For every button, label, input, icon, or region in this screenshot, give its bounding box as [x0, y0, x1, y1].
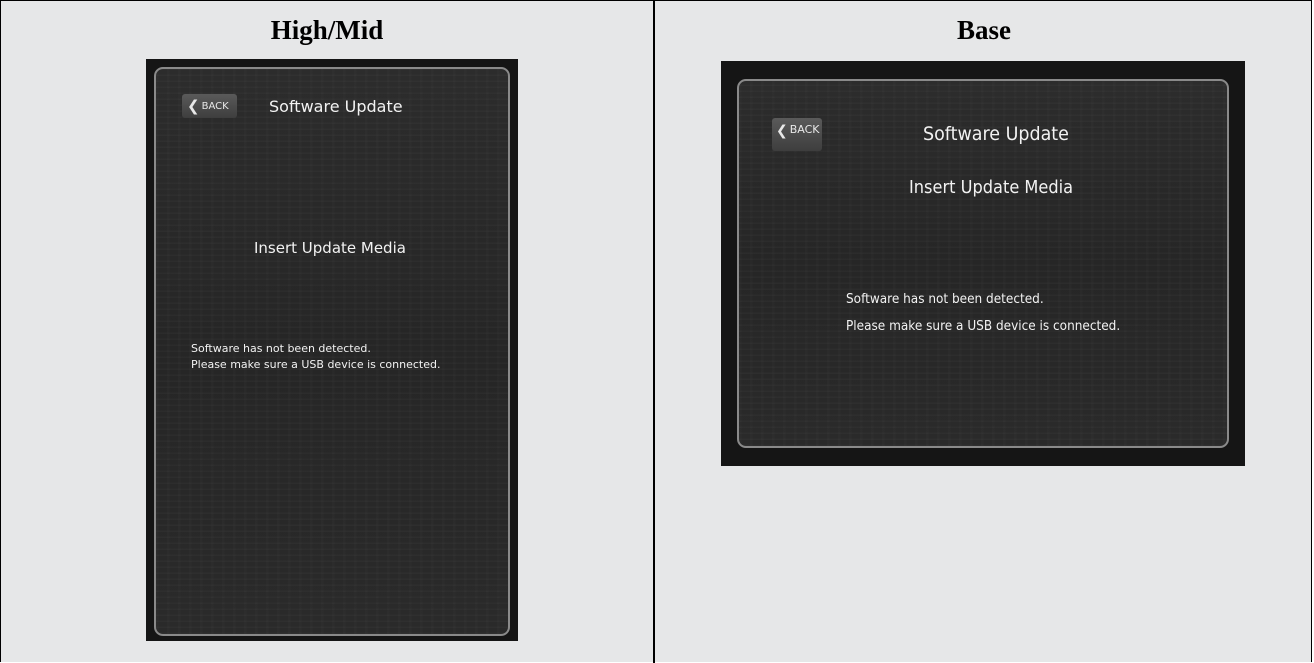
chevron-left-icon: ❮ [187, 97, 200, 115]
comparison-table: High/Mid Base ❮ BACK Software Update Ins… [0, 0, 1312, 663]
back-button[interactable]: ❮ BACK [182, 94, 237, 118]
screen-title: Software Update [923, 123, 1069, 145]
screen-title: Software Update [269, 97, 403, 116]
screen-subtitle: Insert Update Media [909, 177, 1074, 198]
back-button-label: BACK [789, 123, 820, 136]
back-button-label: BACK [201, 100, 229, 112]
screen-subtitle: Insert Update Media [254, 239, 406, 257]
high-mid-screen: ❮ BACK Software Update Insert Update Med… [146, 59, 518, 641]
column-title-base: Base [957, 15, 1011, 45]
message-line-1: Software has not been detected. [846, 292, 1044, 307]
back-button[interactable]: ❮ BACK [772, 118, 822, 151]
message-line-2: Please make sure a USB device is connect… [191, 358, 441, 371]
high-mid-screen-panel: ❮ BACK Software Update Insert Update Med… [154, 67, 510, 636]
column-divider [653, 1, 655, 663]
base-screen: ❮ BACK Software Update Insert Update Med… [721, 61, 1245, 466]
column-title-high-mid: High/Mid [270, 15, 384, 45]
chevron-left-icon: ❮ [776, 123, 788, 139]
base-screen-panel: ❮ BACK Software Update Insert Update Med… [737, 79, 1229, 448]
message-line-2: Please make sure a USB device is connect… [846, 319, 1121, 334]
message-line-1: Software has not been detected. [191, 342, 371, 355]
